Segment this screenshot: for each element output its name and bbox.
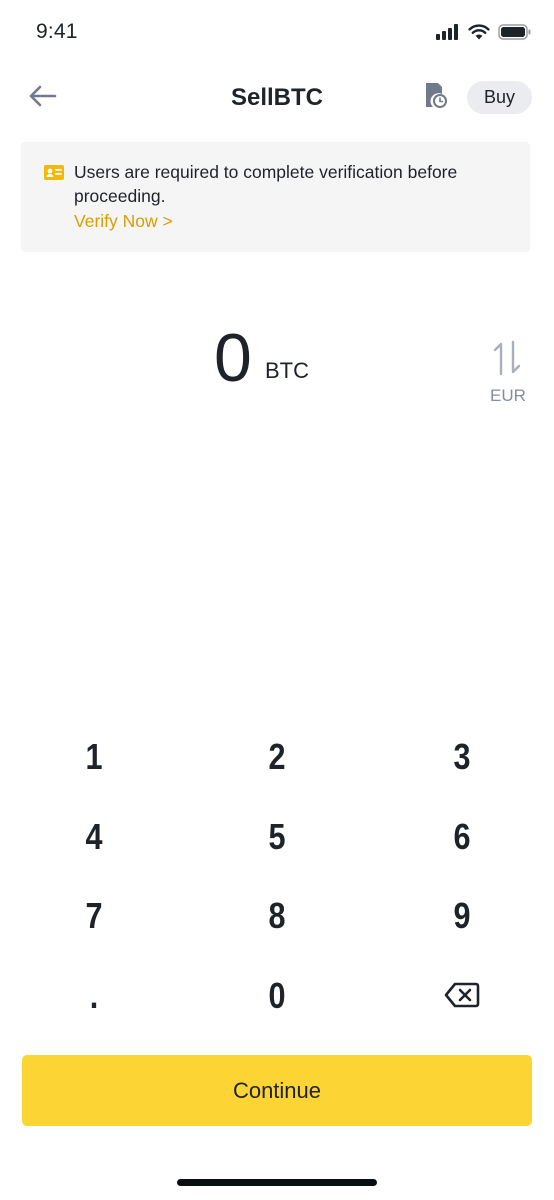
history-icon — [420, 80, 450, 115]
id-card-icon — [44, 165, 64, 186]
key-label: 7 — [85, 895, 103, 936]
key-label: 4 — [85, 816, 103, 857]
key-4[interactable]: 4 — [24, 798, 164, 876]
continue-button[interactable]: Continue — [22, 1055, 532, 1126]
wifi-icon — [468, 24, 490, 45]
signal-icon — [436, 24, 460, 45]
battery-icon — [498, 24, 532, 45]
amount-currency: BTC — [265, 358, 309, 383]
backspace-icon — [444, 975, 480, 1017]
swap-icon — [492, 340, 522, 381]
key-label: . — [89, 975, 99, 1016]
key-decimal[interactable]: . — [24, 957, 164, 1035]
key-label: 6 — [453, 816, 471, 857]
key-label: 1 — [85, 736, 103, 777]
key-9[interactable]: 9 — [392, 877, 532, 955]
key-8[interactable]: 8 — [207, 877, 347, 955]
key-7[interactable]: 7 — [24, 877, 164, 955]
verify-now-link[interactable]: Verify Now > — [74, 211, 173, 232]
header: SellBTC Buy — [0, 70, 554, 126]
status-time: 9:41 — [36, 20, 78, 43]
status-bar: 9:41 — [0, 0, 554, 64]
key-6[interactable]: 6 — [392, 798, 532, 876]
key-1[interactable]: 1 — [24, 718, 164, 796]
key-label: 9 — [453, 895, 471, 936]
home-indicator — [177, 1179, 377, 1186]
key-0[interactable]: 0 — [207, 957, 347, 1035]
buy-button[interactable]: Buy — [467, 81, 532, 114]
alt-currency-label: EUR — [490, 386, 526, 405]
key-label: 5 — [268, 816, 286, 857]
key-label: 0 — [268, 975, 286, 1016]
key-5[interactable]: 5 — [207, 798, 347, 876]
key-label: 3 — [453, 736, 471, 777]
key-backspace[interactable] — [392, 957, 532, 1035]
history-button[interactable] — [418, 80, 452, 114]
key-3[interactable]: 3 — [392, 718, 532, 796]
status-icons — [436, 24, 532, 45]
key-2[interactable]: 2 — [207, 718, 347, 796]
currency-swap-button[interactable]: EUR — [480, 336, 536, 410]
banner-message: Users are required to complete verificat… — [74, 162, 458, 206]
key-label: 8 — [268, 895, 286, 936]
verification-banner: Users are required to complete verificat… — [21, 142, 530, 252]
amount-value: 0 — [214, 320, 252, 396]
key-label: 2 — [268, 736, 286, 777]
